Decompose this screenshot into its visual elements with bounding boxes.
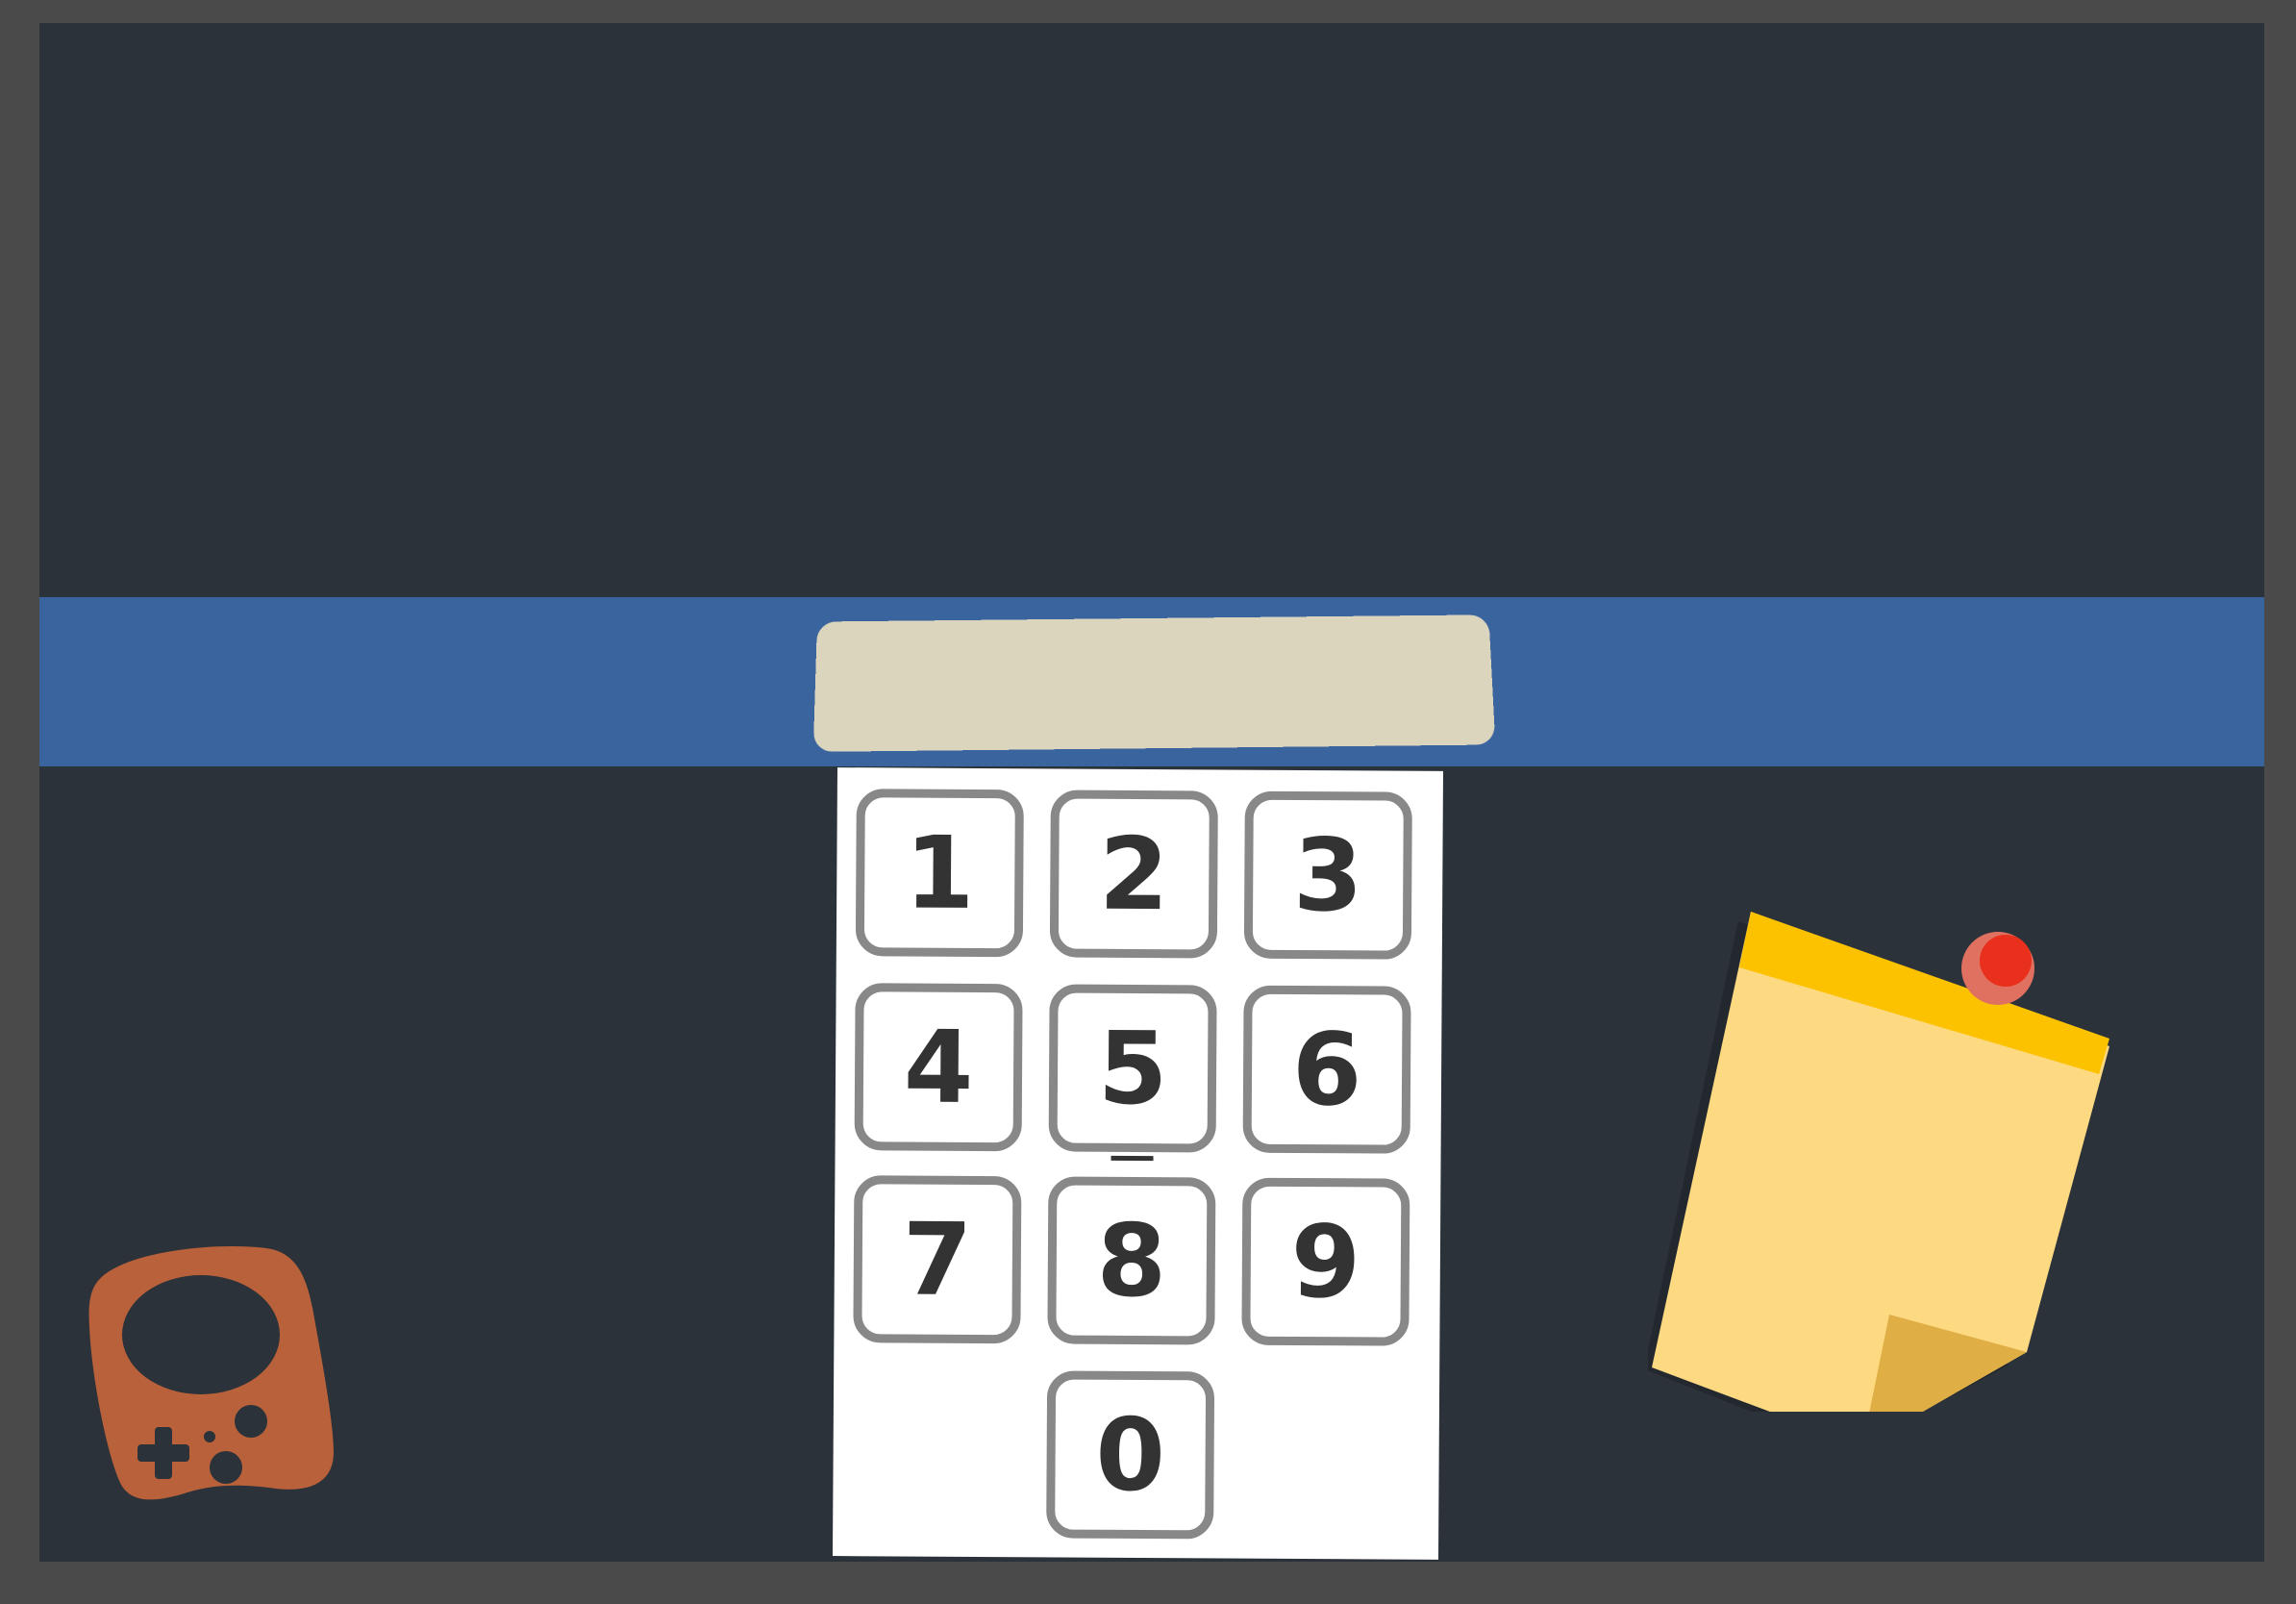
keypad-key-1[interactable]: 1 bbox=[855, 789, 1024, 958]
gamepad-button-a bbox=[235, 1405, 267, 1438]
pushpin-icon bbox=[1961, 932, 2034, 1005]
keypad-key-8[interactable]: 8 bbox=[1047, 1176, 1216, 1345]
keypad-key-0[interactable]: 0 bbox=[1046, 1370, 1215, 1540]
game-frame: 1 2 3 4 5 6 7 8 9 0 bbox=[0, 0, 2296, 1604]
keypad-key-label: 6 bbox=[1291, 1010, 1362, 1129]
keypad-key-9[interactable]: 9 bbox=[1241, 1177, 1410, 1346]
gamepad-icon[interactable] bbox=[74, 1231, 343, 1510]
keypad-key-label: 8 bbox=[1096, 1201, 1167, 1320]
keypad-key-label: 0 bbox=[1095, 1395, 1166, 1515]
keypad-panel: 1 2 3 4 5 6 7 8 9 0 bbox=[832, 767, 1443, 1560]
keypad-key-label: 7 bbox=[902, 1200, 973, 1318]
keypad-key-label: 5 bbox=[1097, 1009, 1168, 1128]
keypad-key-6[interactable]: 6 bbox=[1242, 985, 1411, 1154]
keypad-key-label: 9 bbox=[1290, 1202, 1361, 1321]
focus-indicator bbox=[1111, 1155, 1154, 1162]
code-display bbox=[812, 614, 1496, 752]
keypad-key-5[interactable]: 5 bbox=[1048, 984, 1217, 1162]
keypad-key-label: 2 bbox=[1098, 815, 1169, 934]
keypad-key-label: 3 bbox=[1292, 815, 1363, 935]
keypad-key-3[interactable]: 3 bbox=[1243, 790, 1412, 960]
keypad-key-label: 1 bbox=[904, 814, 975, 932]
gamepad-screen bbox=[122, 1275, 280, 1394]
sticky-note[interactable] bbox=[1648, 912, 2129, 1412]
keypad-key-label: 4 bbox=[903, 1008, 974, 1126]
gamepad-small-button bbox=[204, 1431, 215, 1442]
keypad-key-2[interactable]: 2 bbox=[1049, 789, 1218, 959]
gamepad-button-b bbox=[210, 1451, 242, 1484]
keypad-key-7[interactable]: 7 bbox=[853, 1175, 1022, 1344]
game-scene: 1 2 3 4 5 6 7 8 9 0 bbox=[39, 23, 2264, 1562]
keypad-key-4[interactable]: 4 bbox=[854, 983, 1023, 1152]
